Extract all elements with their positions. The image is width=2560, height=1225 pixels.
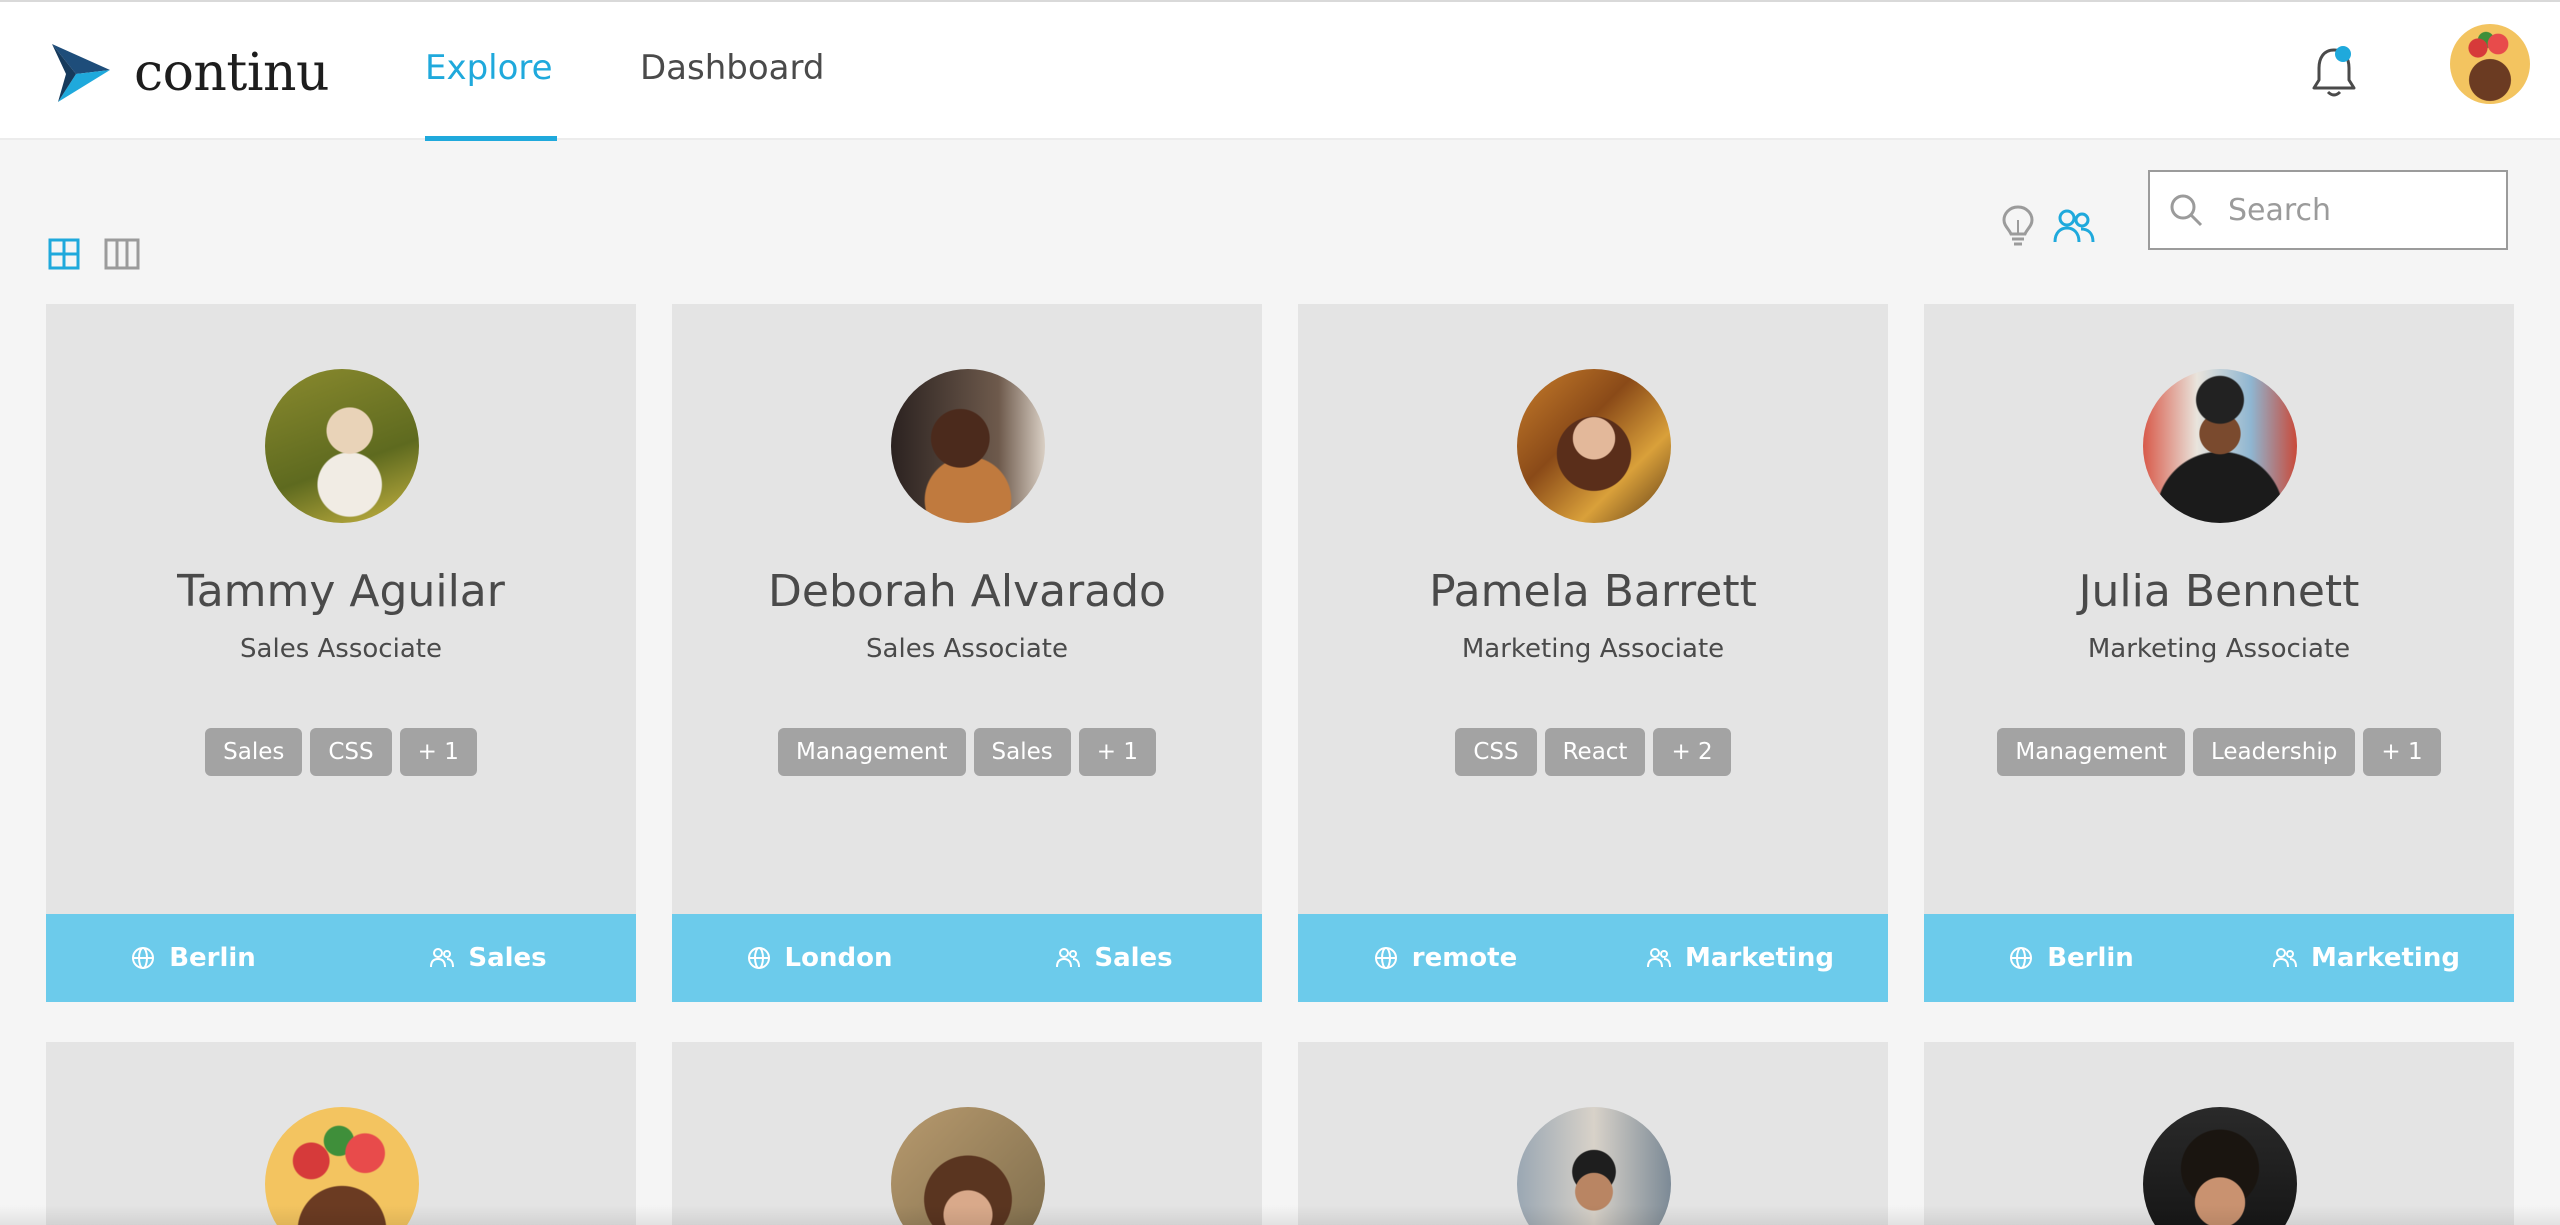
user-avatar[interactable] (2450, 24, 2530, 104)
location: Berlin (1924, 943, 2219, 973)
skill-tag[interactable]: Management (1997, 728, 2185, 776)
continu-logo-icon (52, 44, 110, 102)
person-avatar (891, 369, 1045, 523)
location-label: London (784, 943, 893, 973)
scroll-shadow (0, 1205, 2560, 1225)
location-label: Berlin (2047, 943, 2134, 973)
person-name: Tammy Aguilar (177, 566, 505, 617)
person-card[interactable]: Deborah Alvarado Sales Associate Managem… (672, 304, 1262, 1002)
skill-tags: Sales CSS + 1 (46, 728, 636, 776)
search-input[interactable] (2228, 192, 2488, 228)
people-icon (1647, 948, 1672, 968)
person-name: Deborah Alvarado (768, 566, 1166, 617)
location: London (672, 943, 967, 973)
person-card[interactable]: Tammy Aguilar Sales Associate Sales CSS … (46, 304, 636, 1002)
card-footer: remote Marketing (1298, 914, 1888, 1002)
top-navbar: continu Explore Dashboard (0, 0, 2560, 141)
skill-tag[interactable]: Leadership (2192, 728, 2356, 776)
person-avatar (265, 369, 419, 523)
search-box[interactable] (2148, 170, 2508, 250)
team-label: Sales (1094, 943, 1173, 973)
skill-tag[interactable]: Management (778, 728, 966, 776)
team: Marketing (2219, 943, 2514, 973)
team-label: Sales (468, 943, 547, 973)
logo[interactable]: continu (48, 38, 329, 108)
card-footer: Berlin Marketing (1924, 914, 2514, 1002)
skill-tags: Management Sales + 1 (672, 728, 1262, 776)
skill-tag[interactable]: React (1544, 728, 1646, 776)
person-card[interactable] (46, 1042, 636, 1225)
card-footer: London Sales (672, 914, 1262, 1002)
skill-tag[interactable]: Sales (973, 728, 1071, 776)
globe-icon (132, 947, 155, 969)
location-label: remote (1411, 943, 1518, 973)
active-tab-indicator (425, 136, 557, 141)
person-role: Marketing Associate (2087, 634, 2351, 664)
skill-tag-more[interactable]: + 2 (1653, 728, 1731, 776)
location-label: Berlin (169, 943, 256, 973)
person-role: Marketing Associate (1461, 634, 1725, 664)
tab-explore[interactable]: Explore (425, 48, 553, 88)
people-icon (2273, 948, 2298, 968)
skill-tags: CSS React + 2 (1298, 728, 1888, 776)
person-name: Julia Bennett (2078, 566, 2360, 617)
globe-icon (2010, 947, 2033, 969)
grid-view-icon[interactable] (48, 238, 80, 270)
card-footer: Berlin Sales (46, 914, 636, 1002)
person-role: Sales Associate (866, 634, 1068, 664)
tab-dashboard[interactable]: Dashboard (640, 48, 824, 88)
globe-icon (1374, 947, 1397, 969)
team: Sales (967, 943, 1262, 973)
team: Sales (341, 943, 636, 973)
person-card[interactable]: Julia Bennett Marketing Associate Manage… (1924, 304, 2514, 1002)
person-card[interactable] (1298, 1042, 1888, 1225)
people-icon (1056, 948, 1081, 968)
team-label: Marketing (1685, 943, 1834, 973)
skill-tag-more[interactable]: + 1 (399, 728, 477, 776)
search-icon (2170, 194, 2203, 227)
people-icon (430, 948, 455, 968)
lightbulb-icon[interactable] (1998, 204, 2038, 250)
skill-tag[interactable]: Sales (205, 728, 303, 776)
skill-tag[interactable]: CSS (1455, 728, 1537, 776)
location: remote (1298, 943, 1593, 973)
bell-icon[interactable] (2308, 44, 2360, 100)
logo-text: continu (134, 43, 329, 103)
person-role: Sales Associate (240, 634, 442, 664)
person-card[interactable] (672, 1042, 1262, 1225)
globe-icon (747, 947, 770, 969)
team: Marketing (1593, 943, 1888, 973)
skill-tag[interactable]: CSS (310, 728, 392, 776)
skill-tag-more[interactable]: + 1 (1078, 728, 1156, 776)
person-name: Pamela Barrett (1429, 566, 1757, 617)
location: Berlin (46, 943, 341, 973)
person-card[interactable] (1924, 1042, 2514, 1225)
person-avatar (1517, 369, 1671, 523)
team-label: Marketing (2311, 943, 2460, 973)
column-view-icon[interactable] (104, 238, 140, 270)
people-icon[interactable] (2052, 206, 2096, 246)
person-card[interactable]: Pamela Barrett Marketing Associate CSS R… (1298, 304, 1888, 1002)
skill-tags: Management Leadership + 1 (1924, 728, 2514, 776)
skill-tag-more[interactable]: + 1 (2363, 728, 2441, 776)
person-avatar (2143, 369, 2297, 523)
notification-dot (2335, 46, 2351, 62)
